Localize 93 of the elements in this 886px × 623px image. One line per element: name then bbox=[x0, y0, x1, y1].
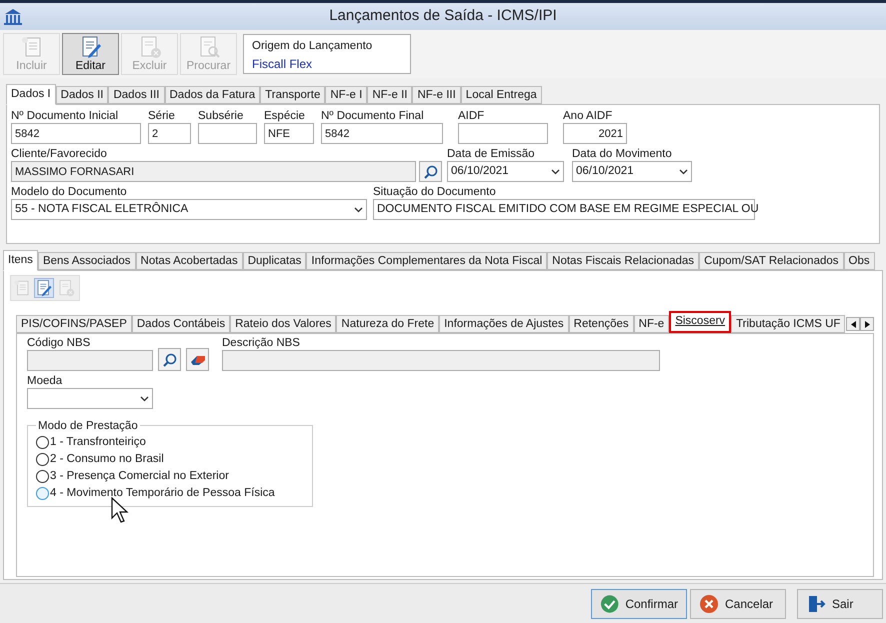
tab[interactable]: Informações de Ajustes bbox=[439, 315, 569, 333]
search-button[interactable] bbox=[419, 161, 442, 182]
door-arrow-icon bbox=[806, 594, 826, 614]
origin-value: Fiscall Flex bbox=[252, 56, 314, 74]
tab[interactable]: Itens bbox=[3, 250, 38, 271]
window-title: Lançamentos de Saída - ICMS/IPI bbox=[328, 6, 558, 26]
field-label: Espécie bbox=[264, 109, 306, 123]
chevron-down-icon bbox=[140, 396, 149, 402]
radio-button[interactable] bbox=[36, 436, 49, 449]
dropdown[interactable]: 55 - NOTA FISCAL ELETRÔNICA bbox=[11, 199, 367, 220]
input-field[interactable]: 5842 bbox=[321, 123, 443, 144]
input-field[interactable]: 5842 bbox=[11, 123, 141, 144]
footer-button[interactable]: Confirmar bbox=[591, 588, 687, 618]
field-label: AIDF bbox=[458, 109, 486, 123]
search-button[interactable] bbox=[158, 348, 181, 371]
triangle-right-icon bbox=[864, 320, 870, 328]
dropdown-value: 06/10/2021 bbox=[576, 164, 635, 179]
field-label: Data do Movimento bbox=[572, 147, 673, 161]
field-label: Descrição NBS bbox=[222, 336, 301, 350]
tab[interactable]: Informações Complementares da Nota Fiscal bbox=[306, 252, 548, 270]
field-label: Data de Emissão bbox=[447, 147, 536, 161]
field-label: Série bbox=[148, 109, 176, 123]
tab[interactable]: Dados da Fatura bbox=[164, 86, 260, 104]
scroll-right-button[interactable] bbox=[860, 317, 874, 331]
footer-button[interactable]: Sair bbox=[797, 588, 883, 618]
radio-option[interactable]: 4 - Movimento Temporário de Pessoa Física bbox=[36, 485, 304, 502]
radio-button[interactable] bbox=[36, 470, 49, 483]
scroll-left-button[interactable] bbox=[846, 317, 860, 331]
tab[interactable]: Local Entrega bbox=[460, 86, 542, 104]
tab[interactable]: Notas Acobertadas bbox=[136, 252, 243, 270]
search-icon bbox=[162, 352, 178, 368]
tab[interactable]: Dados Contábeis bbox=[132, 315, 230, 333]
input-field[interactable]: NFE bbox=[264, 123, 314, 144]
field-label: Subsérie bbox=[198, 109, 244, 123]
field-label: Cliente/Favorecido bbox=[11, 147, 108, 161]
chevron-down-icon bbox=[551, 168, 560, 174]
tab[interactable]: NF-e bbox=[634, 315, 670, 333]
input-field[interactable] bbox=[458, 123, 548, 144]
radio-button[interactable] bbox=[36, 487, 49, 500]
dropdown-value: 06/10/2021 bbox=[451, 164, 510, 179]
tab[interactable]: Retenções bbox=[568, 315, 634, 333]
tab[interactable]: NF-e I bbox=[325, 86, 368, 104]
eraser-icon bbox=[190, 354, 206, 366]
clear-button[interactable] bbox=[186, 348, 209, 371]
mouse-pointer-icon bbox=[111, 497, 129, 523]
check-circle-icon bbox=[600, 594, 620, 614]
radio-button[interactable] bbox=[36, 453, 49, 466]
tab[interactable]: Natureza do Frete bbox=[336, 315, 440, 333]
input-field[interactable] bbox=[222, 350, 660, 371]
tab[interactable]: NF-e II bbox=[367, 86, 412, 104]
chevron-down-icon bbox=[679, 168, 688, 174]
tab[interactable]: Transporte bbox=[260, 86, 326, 104]
chevron-down-icon bbox=[354, 206, 363, 212]
tab[interactable]: NF-e III bbox=[412, 86, 461, 104]
tab[interactable]: Dados II bbox=[56, 86, 108, 104]
document-pencil-icon[interactable] bbox=[34, 278, 54, 298]
field-label: Código NBS bbox=[27, 336, 92, 350]
tab[interactable]: Notas Fiscais Relacionadas bbox=[547, 252, 700, 270]
building-icon bbox=[3, 8, 23, 26]
tab[interactable]: Duplicatas bbox=[242, 252, 306, 270]
field-label: Moeda bbox=[27, 374, 64, 388]
tab[interactable]: PIS/COFINS/PASEP bbox=[16, 315, 132, 333]
date-picker[interactable]: 06/10/2021 bbox=[447, 161, 564, 182]
dropdown-value: 55 - NOTA FISCAL ELETRÔNICA bbox=[15, 201, 190, 217]
origin-label: Origem do Lançamento bbox=[252, 39, 374, 54]
input-field[interactable] bbox=[198, 123, 257, 144]
tab[interactable]: Siscoserv bbox=[669, 311, 732, 333]
x-circle-icon bbox=[699, 594, 719, 614]
tab[interactable]: Tributação ICMS UF bbox=[731, 315, 846, 333]
tab[interactable]: Dados I bbox=[6, 84, 56, 105]
document-icon bbox=[20, 35, 44, 59]
input-field[interactable] bbox=[27, 350, 153, 371]
tab[interactable]: Cupom/SAT Relacionados bbox=[699, 252, 844, 270]
input-field[interactable]: MASSIMO FORNASARI bbox=[11, 161, 416, 182]
radio-option[interactable]: 1 - Transfronteiriço bbox=[36, 434, 304, 451]
field-label: Ano AIDF bbox=[563, 109, 614, 123]
field-label: Nº Documento Final bbox=[321, 109, 425, 123]
footer-button[interactable]: Cancelar bbox=[690, 588, 786, 618]
tab[interactable]: Obs bbox=[844, 252, 875, 270]
field-label: Modelo do Documento bbox=[11, 185, 128, 199]
search-icon bbox=[422, 164, 438, 180]
radio-option[interactable]: 3 - Presença Comercial no Exterior bbox=[36, 468, 304, 485]
triangle-left-icon bbox=[850, 320, 856, 328]
tab[interactable]: Dados III bbox=[108, 86, 164, 104]
tab[interactable]: Rateio dos Valores bbox=[230, 315, 336, 333]
toolbar-button[interactable]: Editar bbox=[62, 33, 119, 75]
date-picker[interactable]: 06/10/2021 bbox=[572, 161, 692, 182]
tab[interactable]: Bens Associados bbox=[38, 252, 136, 270]
radio-option[interactable]: 2 - Consumo no Brasil bbox=[36, 451, 304, 468]
input-field[interactable]: 2 bbox=[148, 123, 191, 144]
field-label: Situação do Documento bbox=[373, 185, 497, 199]
field-label: Nº Documento Inicial bbox=[11, 109, 120, 123]
input-field[interactable]: 2021 bbox=[563, 123, 627, 144]
